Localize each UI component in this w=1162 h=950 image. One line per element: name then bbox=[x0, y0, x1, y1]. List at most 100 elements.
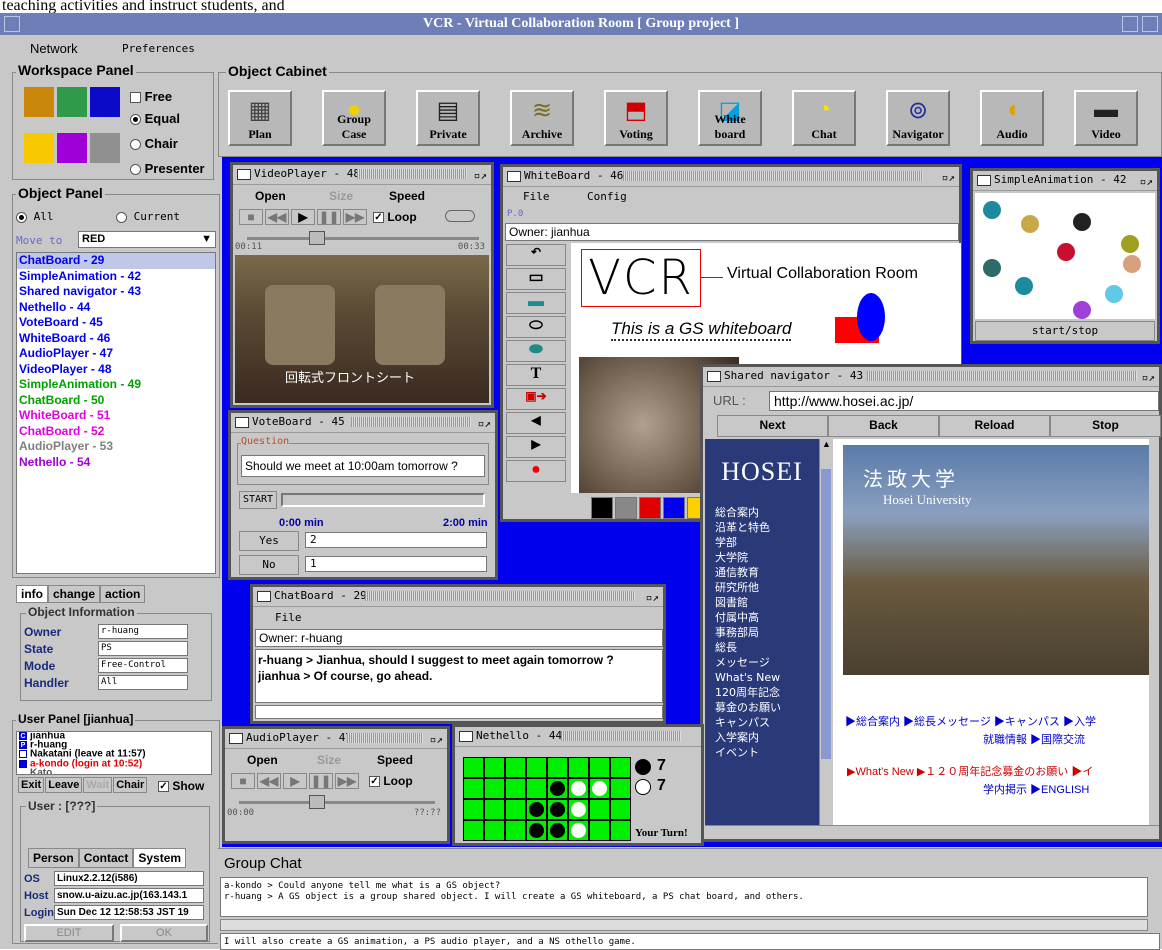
list-item[interactable]: VoteBoard - 45 bbox=[17, 315, 215, 331]
board-cell[interactable] bbox=[484, 778, 505, 799]
board-cell[interactable] bbox=[589, 757, 610, 778]
start-button[interactable]: START bbox=[239, 491, 277, 509]
board-cell[interactable] bbox=[526, 757, 547, 778]
play-icon[interactable]: ▶ bbox=[291, 209, 315, 225]
hosei-menu-item[interactable]: 入学案内 bbox=[715, 730, 819, 745]
show-option[interactable]: ✓ Show bbox=[158, 779, 204, 793]
cabinet-archive-button[interactable]: ≋ Archive bbox=[510, 90, 574, 146]
main-scrollbar[interactable] bbox=[1149, 439, 1159, 825]
presenter-radio[interactable] bbox=[130, 164, 141, 176]
board-cell[interactable] bbox=[526, 799, 547, 820]
filled-ellipse-tool-icon[interactable]: ⬬ bbox=[506, 340, 566, 362]
video-player-titlebar[interactable]: VideoPlayer - 48 ▫↗ bbox=[233, 165, 491, 185]
list-item[interactable]: Nethello - 54 bbox=[17, 455, 215, 471]
list-item[interactable]: Nethello - 44 bbox=[17, 300, 215, 316]
chair-button[interactable]: Chair bbox=[113, 777, 148, 793]
board-cell[interactable] bbox=[484, 799, 505, 820]
audio-size-menu[interactable]: Size bbox=[317, 753, 341, 767]
option-equal[interactable]: Equal bbox=[130, 111, 180, 126]
horizontal-scrollbar[interactable] bbox=[705, 825, 1159, 839]
ok-button[interactable]: OK bbox=[120, 924, 208, 942]
board-cell[interactable] bbox=[589, 799, 610, 820]
wait-button[interactable]: Wait bbox=[83, 777, 113, 793]
hosei-menu-item[interactable]: 120周年記念 bbox=[715, 685, 819, 700]
chat-file-menu[interactable]: File bbox=[275, 611, 302, 624]
othello-board[interactable] bbox=[463, 757, 631, 841]
hosei-menu-item[interactable]: What's New bbox=[715, 670, 819, 685]
tab-info[interactable]: info bbox=[16, 585, 48, 603]
board-cell[interactable] bbox=[610, 778, 631, 799]
hosei-menu-item[interactable]: イベント bbox=[715, 745, 819, 760]
url-field[interactable]: http://www.hosei.ac.jp/ bbox=[769, 391, 1159, 411]
hosei-menu-item[interactable]: 沿革と特色 bbox=[715, 520, 819, 535]
group-chat-input[interactable]: I will also create a GS animation, a PS … bbox=[220, 933, 1160, 950]
board-cell[interactable] bbox=[484, 820, 505, 841]
workspace-color-4[interactable] bbox=[24, 133, 54, 163]
scroll-thumb[interactable] bbox=[821, 469, 831, 759]
whiteboard-file-menu[interactable]: File bbox=[523, 190, 550, 203]
list-item[interactable]: AudioPlayer - 47 bbox=[17, 346, 215, 362]
all-radio[interactable] bbox=[16, 211, 27, 223]
video-seek-bar[interactable] bbox=[247, 237, 479, 240]
free-checkbox[interactable] bbox=[130, 92, 141, 104]
cabinet-private-button[interactable]: ▤ Private bbox=[416, 90, 480, 146]
maximize-icon[interactable]: ▫↗ bbox=[430, 731, 443, 749]
tab-system[interactable]: System bbox=[133, 848, 187, 868]
audio-speed-menu[interactable]: Speed bbox=[377, 753, 413, 767]
cabinet-voting-button[interactable]: ⬒ Voting bbox=[604, 90, 668, 146]
option-chair[interactable]: Chair bbox=[130, 136, 178, 151]
hosei-menu-item[interactable]: 付属中高 bbox=[715, 610, 819, 625]
volume-slider[interactable] bbox=[445, 210, 475, 222]
hosei-menu-item[interactable]: メッセージ bbox=[715, 655, 819, 670]
start-stop-button[interactable]: start/stop bbox=[975, 321, 1155, 341]
loop-checkbox[interactable]: ✓ bbox=[369, 776, 380, 788]
rewind-icon[interactable]: ◀◀ bbox=[257, 773, 281, 789]
board-cell[interactable] bbox=[568, 820, 589, 841]
board-cell[interactable] bbox=[526, 778, 547, 799]
hosei-menu-item[interactable]: キャンパス bbox=[715, 715, 819, 730]
workspace-color-1[interactable] bbox=[24, 87, 54, 117]
audio-loop[interactable]: ✓ Loop bbox=[369, 774, 413, 788]
tab-change[interactable]: change bbox=[48, 585, 101, 603]
maximize-icon[interactable]: ▫↗ bbox=[478, 415, 491, 433]
maximize-icon[interactable]: ▫↗ bbox=[942, 169, 955, 187]
text-tool-icon[interactable]: T bbox=[506, 364, 566, 386]
menu-network[interactable]: Network bbox=[30, 41, 78, 56]
list-item[interactable]: WhiteBoard - 51 bbox=[17, 408, 215, 424]
info-value[interactable]: PS bbox=[98, 641, 188, 656]
board-cell[interactable] bbox=[547, 757, 568, 778]
board-cell[interactable] bbox=[547, 778, 568, 799]
whiteboard-config-menu[interactable]: Config bbox=[587, 190, 627, 203]
yes-button[interactable]: Yes bbox=[239, 531, 299, 551]
rewind-icon[interactable]: ◀◀ bbox=[265, 209, 289, 225]
board-cell[interactable] bbox=[463, 799, 484, 820]
hosei-menu-item[interactable]: 通信教育 bbox=[715, 565, 819, 580]
show-checkbox[interactable]: ✓ bbox=[158, 781, 169, 793]
scroll-up-icon[interactable]: ▲ bbox=[820, 439, 833, 449]
fast-forward-icon[interactable]: ▶▶ bbox=[343, 209, 367, 225]
pen-tool-icon[interactable]: ↶ bbox=[506, 244, 566, 266]
leave-button[interactable]: Leave bbox=[45, 777, 83, 793]
board-cell[interactable] bbox=[463, 757, 484, 778]
palette-color[interactable] bbox=[639, 497, 661, 519]
workspace-color-5[interactable] bbox=[57, 133, 87, 163]
video-loop[interactable]: ✓ Loop bbox=[373, 210, 417, 224]
info-value[interactable]: Free-Control bbox=[98, 658, 188, 673]
reload-button[interactable]: Reload bbox=[939, 415, 1050, 437]
chat-input[interactable] bbox=[255, 705, 663, 719]
list-item[interactable]: WhiteBoard - 46 bbox=[17, 331, 215, 347]
cabinet-audio-button[interactable]: ◖ Audio bbox=[980, 90, 1044, 146]
edit-button[interactable]: EDIT bbox=[24, 924, 114, 942]
whiteboard-titlebar[interactable]: WhiteBoard - 46 ▫↗ bbox=[503, 167, 959, 187]
cabinet-navigator-button[interactable]: ⊚ Navigator bbox=[886, 90, 950, 146]
board-cell[interactable] bbox=[505, 799, 526, 820]
list-item[interactable]: SimpleAnimation - 49 bbox=[17, 377, 215, 393]
menu-preferences[interactable]: Preferences bbox=[122, 42, 195, 55]
previous-page-icon[interactable]: ◀ bbox=[506, 412, 566, 434]
hosei-links-3[interactable]: ▶What's New ▶１２０周年記念募金のお願い ▶イ bbox=[847, 763, 1093, 779]
palette-color[interactable] bbox=[591, 497, 613, 519]
chat-board-titlebar[interactable]: ChatBoard - 29 ▫↗ bbox=[253, 587, 663, 607]
stop-icon[interactable]: ■ bbox=[239, 209, 263, 225]
hosei-menu-item[interactable]: 事務部局 bbox=[715, 625, 819, 640]
window-menu-icon[interactable] bbox=[4, 16, 20, 32]
